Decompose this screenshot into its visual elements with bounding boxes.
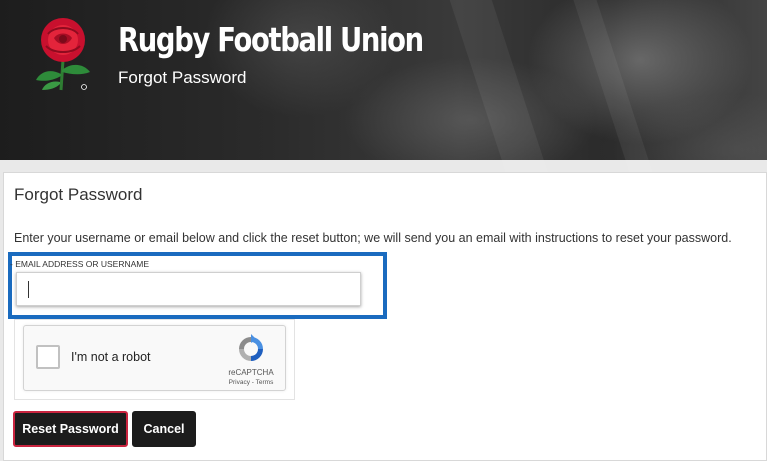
- banner-texture: [446, 0, 554, 201]
- recaptcha-icon: [239, 334, 263, 361]
- captcha-privacy-terms[interactable]: Privacy - Terms: [221, 379, 281, 386]
- red-rose-icon: [36, 18, 90, 91]
- email-username-label: - EMAIL ADDRESS OR USERNAME: [10, 259, 150, 269]
- captcha-checkbox[interactable]: [36, 345, 60, 369]
- reset-password-button[interactable]: Reset Password: [13, 411, 128, 447]
- instructions-text: Enter your username or email below and c…: [14, 231, 732, 245]
- header-banner: Rugby Football Union Forgot Password: [0, 0, 767, 201]
- banner-texture: [566, 0, 656, 189]
- text-cursor: [28, 281, 29, 298]
- form-heading: Forgot Password: [14, 185, 143, 204]
- recaptcha-widget: I'm not a robot reCAPTCHA Privacy - Term…: [23, 325, 286, 391]
- cancel-button[interactable]: Cancel: [132, 411, 196, 447]
- email-username-input[interactable]: [16, 272, 361, 306]
- captcha-label: I'm not a robot: [71, 350, 151, 364]
- forgot-password-card: Forgot Password Enter your username or e…: [3, 172, 767, 461]
- site-title: Rugby Football Union: [118, 20, 424, 59]
- page-subtitle: Forgot Password: [118, 68, 247, 87]
- captcha-brand: reCAPTCHA: [228, 368, 274, 377]
